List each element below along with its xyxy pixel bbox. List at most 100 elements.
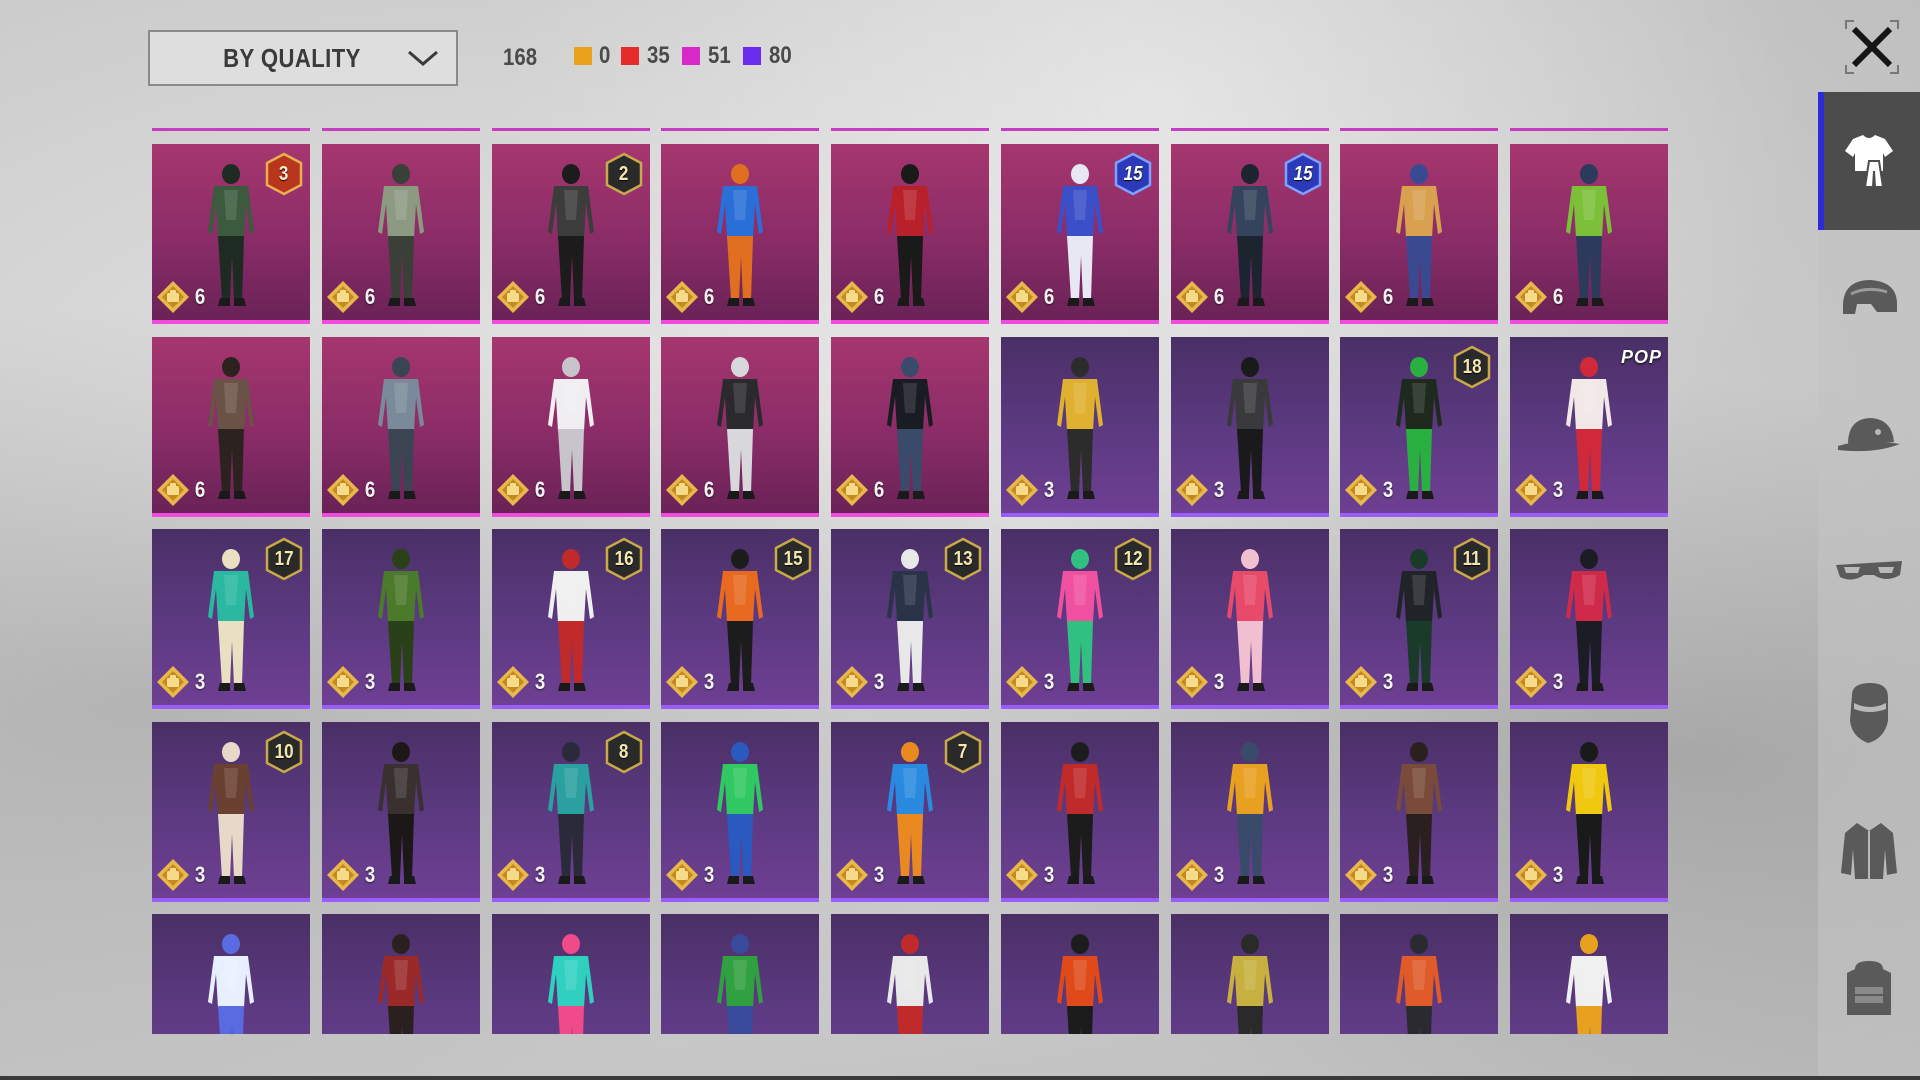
coin-icon xyxy=(835,280,869,314)
outfit-tile[interactable] xyxy=(1340,914,1498,1034)
outfit-tile[interactable]: 12 3 xyxy=(1001,529,1159,709)
outfit-tile[interactable]: 6 xyxy=(661,144,819,324)
outfit-image xyxy=(1554,545,1624,695)
outfit-tile[interactable]: 7 3 xyxy=(831,722,989,902)
outfit-tile[interactable]: 6 xyxy=(492,337,650,517)
category-tab-face[interactable] xyxy=(1818,644,1920,782)
outfit-image xyxy=(536,160,606,310)
category-rail xyxy=(1818,92,1920,1076)
outfit-tile[interactable]: 3 xyxy=(1001,722,1159,902)
outfit-tile[interactable] xyxy=(1001,914,1159,1034)
outfit-tile[interactable]: 3 xyxy=(1171,722,1329,902)
outfit-tile[interactable] xyxy=(152,914,310,1034)
level-badge: 3 xyxy=(264,152,304,196)
points-value: 3 xyxy=(703,669,715,694)
bottom-edge xyxy=(0,1076,1920,1080)
outfit-tile[interactable]: 10 3 xyxy=(152,722,310,902)
outfit-tile[interactable]: 3 xyxy=(322,722,480,902)
outfit-tile[interactable]: POP 3 xyxy=(1510,337,1668,517)
outfit-tile[interactable] xyxy=(322,914,480,1034)
outfit-tile[interactable]: 3 xyxy=(1340,722,1498,902)
outfit-tile[interactable]: 6 xyxy=(831,337,989,517)
level-badge: 12 xyxy=(1113,537,1153,581)
outfit-image xyxy=(1384,930,1454,1034)
tile-tier-line xyxy=(1340,128,1498,131)
outfit-image xyxy=(1384,160,1454,310)
outfit-tile[interactable]: 3 xyxy=(1510,529,1668,709)
level-badge: 8 xyxy=(604,730,644,774)
outfit-tile[interactable]: 3 6 xyxy=(152,144,310,324)
points: 6 xyxy=(496,280,546,314)
chevron-down-icon xyxy=(408,50,438,66)
outfit-tile[interactable]: 3 xyxy=(1510,722,1668,902)
tile-tier-line xyxy=(1171,128,1329,131)
outfit-tile[interactable] xyxy=(661,914,819,1034)
coin-icon xyxy=(1175,473,1209,507)
coin-icon xyxy=(1344,473,1378,507)
coin-icon xyxy=(156,280,190,314)
outfit-image xyxy=(366,160,436,310)
outfit-tile[interactable] xyxy=(1510,914,1668,1034)
outfit-tile[interactable]: 2 6 xyxy=(492,144,650,324)
outfit-tile[interactable] xyxy=(831,914,989,1034)
outfit-tile[interactable]: 6 xyxy=(1340,144,1498,324)
coin-icon xyxy=(1175,280,1209,314)
points-value: 6 xyxy=(1382,284,1394,309)
level-badge: 15 xyxy=(1113,152,1153,196)
outfit-tile[interactable]: 13 3 xyxy=(831,529,989,709)
category-tab-jacket[interactable] xyxy=(1818,782,1920,920)
points: 3 xyxy=(665,858,715,892)
outfit-tile[interactable]: 6 xyxy=(322,144,480,324)
outfit-tile[interactable]: 6 xyxy=(152,337,310,517)
outfit-tile[interactable]: 16 3 xyxy=(492,529,650,709)
outfit-tile[interactable]: 3 xyxy=(322,529,480,709)
sort-dropdown[interactable]: BY QUALITY xyxy=(148,30,458,86)
outfit-tile[interactable]: 3 xyxy=(661,722,819,902)
category-tab-backpack[interactable] xyxy=(1818,920,1920,1058)
category-tab-mask[interactable] xyxy=(1818,506,1920,644)
outfit-image xyxy=(1045,353,1115,503)
quality-counts: 0 35 51 80 xyxy=(574,42,793,70)
outfit-tile[interactable]: 15 6 xyxy=(1171,144,1329,324)
points: 3 xyxy=(1175,858,1225,892)
level-badge-number: 11 xyxy=(1463,547,1481,570)
outfit-tile[interactable]: 18 3 xyxy=(1340,337,1498,517)
outfit-tile[interactable]: 15 3 xyxy=(661,529,819,709)
coin-icon xyxy=(835,473,869,507)
points-value: 6 xyxy=(1043,284,1055,309)
points-value: 3 xyxy=(1382,862,1394,887)
points-value: 6 xyxy=(873,477,885,502)
outfit-tile[interactable]: 6 xyxy=(661,337,819,517)
outfit-tile[interactable]: 11 3 xyxy=(1340,529,1498,709)
outfit-tile[interactable] xyxy=(1171,914,1329,1034)
points-value: 3 xyxy=(1382,477,1394,502)
outfit-tile[interactable]: 8 3 xyxy=(492,722,650,902)
level-badge: 16 xyxy=(604,537,644,581)
outfit-tile[interactable]: 6 xyxy=(831,144,989,324)
points: 6 xyxy=(1175,280,1225,314)
category-tab-helmet[interactable] xyxy=(1818,230,1920,368)
points-value: 6 xyxy=(534,284,546,309)
outfit-tile[interactable]: 6 xyxy=(1510,144,1668,324)
close-button[interactable] xyxy=(1836,12,1908,82)
coin-icon xyxy=(835,858,869,892)
outfit-tile[interactable]: 3 xyxy=(1001,337,1159,517)
quality-count-value: 51 xyxy=(708,42,731,69)
outfit-image xyxy=(1554,930,1624,1034)
category-tab-cap[interactable] xyxy=(1818,368,1920,506)
level-badge-number: 16 xyxy=(614,547,634,570)
outfit-tile[interactable]: 15 6 xyxy=(1001,144,1159,324)
quality-count-magenta: 51 xyxy=(682,42,733,70)
category-tab-outfit[interactable] xyxy=(1818,92,1920,230)
outfit-tile[interactable]: 17 3 xyxy=(152,529,310,709)
coin-icon xyxy=(1005,858,1039,892)
outfit-tile[interactable] xyxy=(492,914,650,1034)
points: 3 xyxy=(1175,473,1225,507)
outfit-tile[interactable]: 3 xyxy=(1171,529,1329,709)
points: 6 xyxy=(326,280,376,314)
outfit-tile[interactable]: 3 xyxy=(1171,337,1329,517)
points-value: 6 xyxy=(1213,284,1225,309)
outfit-image xyxy=(1045,930,1115,1034)
outfit-tile[interactable]: 6 xyxy=(322,337,480,517)
coin-icon xyxy=(1514,280,1548,314)
